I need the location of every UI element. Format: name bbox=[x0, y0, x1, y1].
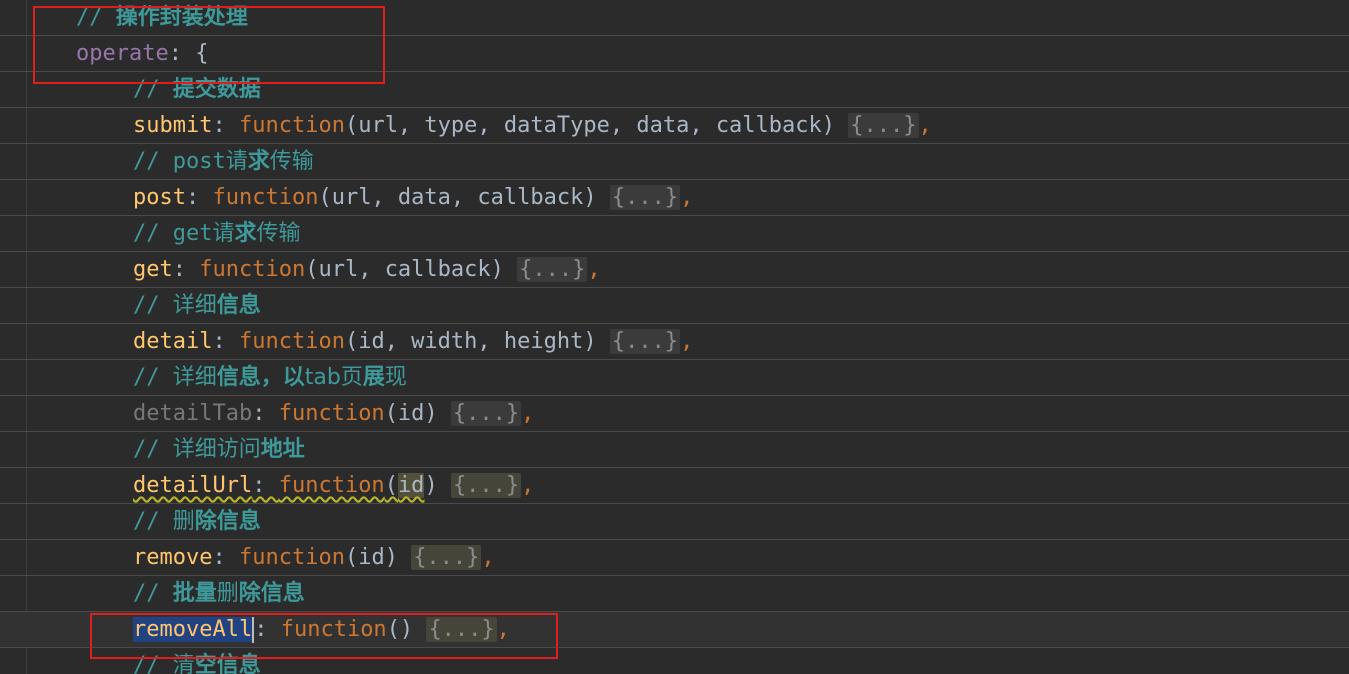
function-keyword: function bbox=[278, 473, 385, 498]
object-open: : { bbox=[168, 41, 209, 66]
comment-text: 删 bbox=[172, 509, 195, 534]
comment-text: 求 bbox=[234, 221, 257, 246]
function-params: (id) bbox=[344, 545, 398, 570]
comment-text: 清 bbox=[172, 653, 195, 674]
comment-text: 地址 bbox=[260, 437, 305, 462]
code-line-detail-tab[interactable]: detailTab: function(id) {...}, bbox=[0, 396, 1349, 432]
code-line-remove-all[interactable]: removeAll: function() {...}, bbox=[0, 612, 1349, 648]
property-name: detailUrl bbox=[133, 473, 253, 498]
folded-code-block[interactable]: {...} bbox=[609, 185, 681, 210]
code-line-comment-submit[interactable]: // 提交数据 bbox=[0, 72, 1349, 108]
comment-slashes: // bbox=[133, 293, 160, 318]
property-name: operate bbox=[76, 41, 169, 66]
folded-code-block[interactable]: {...} bbox=[848, 113, 919, 138]
function-params: (url, data, callback) bbox=[318, 185, 597, 210]
function-keyword: function bbox=[280, 617, 387, 642]
code-line-comment-detail-tab[interactable]: // 详细信息，以tab页展现 bbox=[0, 360, 1349, 396]
code-line-detail-url[interactable]: detailUrl: function(id) {...}, bbox=[0, 468, 1349, 504]
comment-text: 传输 bbox=[269, 149, 314, 174]
code-line-comment-operate[interactable]: // 操作封装处理 bbox=[0, 0, 1349, 36]
function-params: () bbox=[386, 617, 414, 642]
folded-code-block[interactable]: {...} bbox=[450, 401, 522, 426]
comment-slashes: // bbox=[133, 365, 160, 390]
function-params: (id) bbox=[384, 401, 438, 426]
comment-text: 提交数据 bbox=[172, 77, 261, 102]
comment-slashes: // bbox=[133, 77, 160, 102]
property-name: get bbox=[133, 257, 173, 282]
highlighted-param-id: id bbox=[397, 473, 425, 498]
comment-text: get bbox=[172, 221, 213, 246]
comment-text: 展 bbox=[362, 365, 385, 390]
function-params: (url, type, dataType, data, callback) bbox=[344, 113, 836, 138]
selected-property-name[interactable]: removeAll bbox=[133, 617, 253, 642]
comment-text: 信息 bbox=[216, 293, 261, 318]
comment-text: 现 bbox=[384, 365, 407, 390]
code-line-submit[interactable]: submit: function(url, type, dataType, da… bbox=[0, 108, 1349, 144]
property-name: detail bbox=[133, 329, 213, 354]
comment-text: 请 bbox=[212, 221, 235, 246]
comment-slashes: // bbox=[133, 149, 160, 174]
folded-code-block[interactable]: {...} bbox=[450, 473, 522, 498]
code-line-remove[interactable]: remove: function(id) {...}, bbox=[0, 540, 1349, 576]
comment-text: 详细 bbox=[172, 365, 217, 390]
comment-slashes: // bbox=[133, 437, 160, 462]
comment-slashes: // bbox=[133, 653, 160, 674]
code-line-get[interactable]: get: function(url, callback) {...}, bbox=[0, 252, 1349, 288]
folded-code-block[interactable]: {...} bbox=[426, 617, 497, 642]
comment-text: 除信息 bbox=[194, 509, 261, 534]
function-params: (id, width, height) bbox=[344, 329, 597, 354]
code-line-comment-post[interactable]: // post请求传输 bbox=[0, 144, 1349, 180]
comment-text: tab页 bbox=[304, 365, 363, 390]
comment-text: 删 bbox=[216, 581, 239, 606]
comment-text: 批量 bbox=[172, 581, 217, 606]
comment-text: 除信息 bbox=[238, 581, 305, 606]
code-line-comment-get[interactable]: // get请求传输 bbox=[0, 216, 1349, 252]
code-line-comment-remove[interactable]: // 删除信息 bbox=[0, 504, 1349, 540]
folded-code-block[interactable]: {...} bbox=[517, 257, 588, 282]
code-line-comment-detail-url[interactable]: // 详细访问地址 bbox=[0, 432, 1349, 468]
comment-slashes: // bbox=[133, 581, 160, 606]
property-name: remove bbox=[133, 545, 213, 570]
code-editor[interactable]: // 操作封装处理 operate: { // 提交数据 submit: fun… bbox=[0, 0, 1349, 674]
comment-slashes: // bbox=[133, 221, 160, 246]
function-keyword: function bbox=[238, 329, 345, 354]
folded-code-block[interactable]: {...} bbox=[609, 329, 681, 354]
property-name: detailTab bbox=[133, 401, 253, 426]
comment-text: 操作封装处理 bbox=[115, 5, 248, 30]
comment-text: 请 bbox=[225, 149, 248, 174]
code-line-operate[interactable]: operate: { bbox=[0, 36, 1349, 72]
property-name: submit bbox=[133, 113, 213, 138]
warning-underline: detailUrl: function(id bbox=[133, 473, 425, 498]
comment-text: 传输 bbox=[256, 221, 301, 246]
code-line-comment-remove-all[interactable]: // 批量删除信息 bbox=[0, 576, 1349, 612]
comment-slashes: // bbox=[133, 509, 160, 534]
comment-text: post bbox=[172, 149, 226, 174]
function-keyword: function bbox=[199, 257, 306, 282]
code-line-detail[interactable]: detail: function(id, width, height) {...… bbox=[0, 324, 1349, 360]
function-keyword: function bbox=[278, 401, 385, 426]
comment-text: 求 bbox=[247, 149, 270, 174]
function-keyword: function bbox=[238, 113, 345, 138]
code-line-comment-clear[interactable]: // 清空信息 bbox=[0, 648, 1349, 674]
property-name: post bbox=[133, 185, 186, 210]
code-line-comment-detail[interactable]: // 详细信息 bbox=[0, 288, 1349, 324]
comment-text: 信息，以 bbox=[216, 365, 305, 390]
function-keyword: function bbox=[212, 185, 319, 210]
comment-text: 详细访问 bbox=[172, 437, 261, 462]
code-line-post[interactable]: post: function(url, data, callback) {...… bbox=[0, 180, 1349, 216]
comment-text: 详细 bbox=[172, 293, 217, 318]
comment-text: 空信息 bbox=[194, 653, 261, 674]
comment-slashes: // bbox=[76, 5, 103, 30]
function-keyword: function bbox=[238, 545, 345, 570]
function-params: (url, callback) bbox=[305, 257, 504, 282]
folded-code-block[interactable]: {...} bbox=[411, 545, 482, 570]
